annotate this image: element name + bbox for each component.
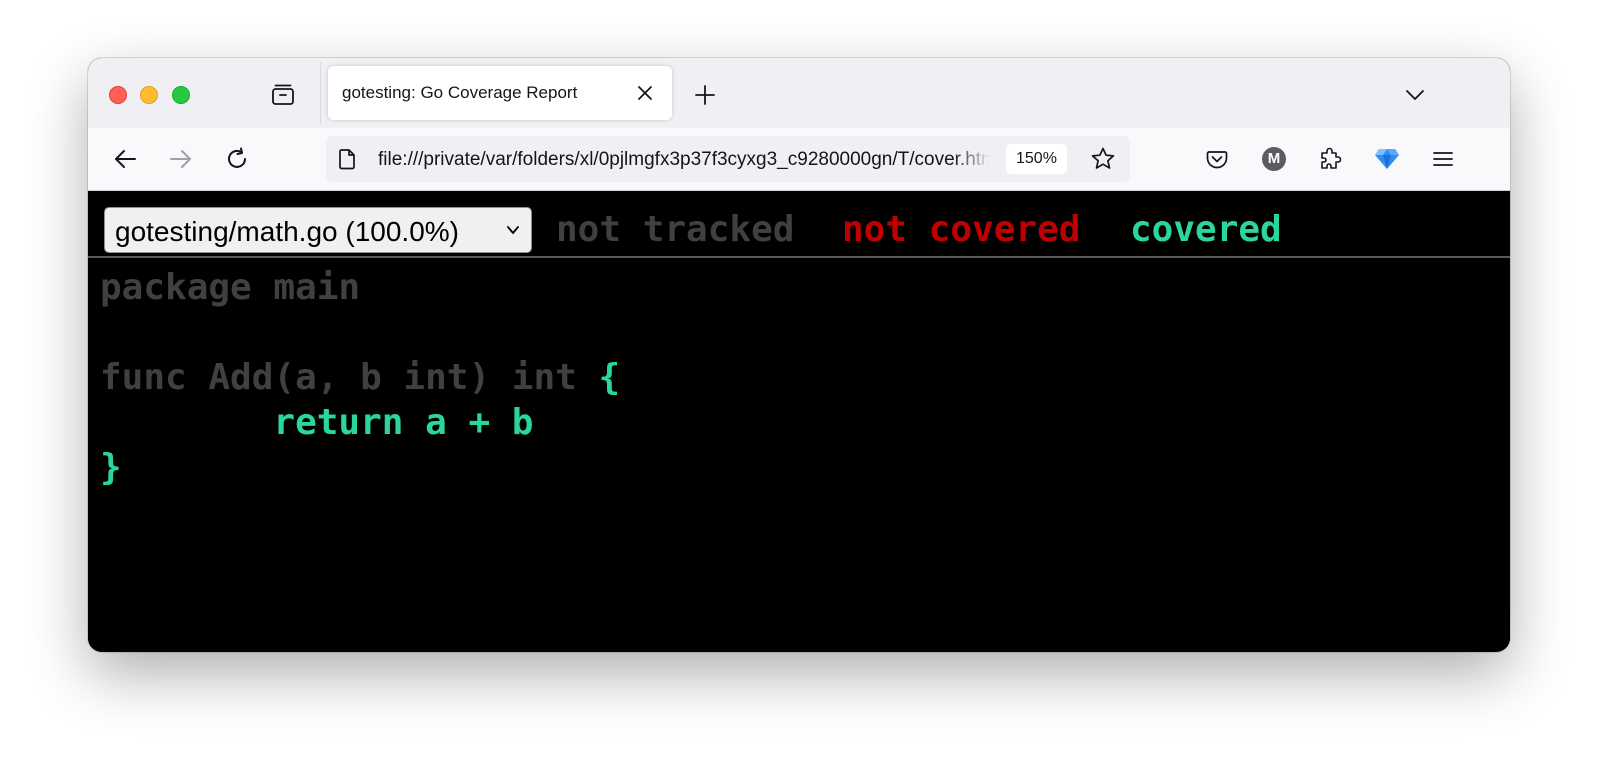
url-bar[interactable]: file:///private/var/folders/xl/0pjlmgfx3… — [326, 136, 1130, 182]
new-tab-button[interactable] — [690, 80, 720, 110]
account-button[interactable]: M — [1257, 142, 1291, 176]
tab-strip: gotesting: Go Coverage Report — [88, 58, 1510, 128]
back-button[interactable] — [108, 142, 142, 176]
file-select-dropdown[interactable]: gotesting/math.go (100.0%) — [104, 207, 532, 253]
code-line-3: func Add(a, b int) int { — [100, 355, 620, 400]
avatar: M — [1262, 147, 1286, 171]
navigation-toolbar: file:///private/var/folders/xl/0pjlmgfx3… — [88, 128, 1510, 191]
code-line-4: return a + b — [100, 400, 620, 445]
window-close-button[interactable] — [109, 86, 127, 104]
reload-icon — [228, 147, 246, 168]
hamburger-menu-icon — [1433, 152, 1453, 166]
code-covered: { — [598, 357, 621, 398]
page-icon — [339, 149, 355, 170]
code-line-5: } — [100, 445, 620, 490]
code-line-1: package main — [100, 265, 620, 310]
legend-not-covered: not covered — [842, 209, 1081, 250]
code-covered: } — [100, 447, 122, 488]
star-icon — [1091, 147, 1115, 169]
tab-view-button[interactable] — [270, 82, 296, 108]
chevron-down-icon — [507, 226, 519, 234]
tab-strip-divider — [320, 62, 321, 124]
extensions-icon — [1321, 147, 1342, 169]
reload-button[interactable] — [220, 142, 254, 176]
page-info-button[interactable] — [336, 148, 358, 170]
code-covered: return a + b — [100, 402, 534, 443]
coverage-report-page: gotesting/math.go (100.0%) not tracked n… — [88, 191, 1510, 652]
pocket-icon — [1206, 151, 1228, 169]
window-minimize-button[interactable] — [140, 86, 158, 104]
gem-icon — [1375, 149, 1399, 169]
tab-active[interactable]: gotesting: Go Coverage Report — [328, 66, 672, 120]
window-zoom-button[interactable] — [172, 86, 190, 104]
tab-title: gotesting: Go Coverage Report — [342, 83, 578, 102]
chevron-down-icon — [1406, 90, 1424, 100]
plus-icon — [695, 85, 715, 105]
legend-covered: covered — [1130, 209, 1282, 250]
tab-list-button[interactable] — [1400, 80, 1430, 110]
code-not-tracked: func Add(a, b int) int — [100, 357, 599, 398]
back-arrow-icon — [115, 150, 136, 168]
source-code: package main func Add(a, b int) int { ret… — [100, 265, 620, 490]
report-topbar: gotesting/math.go (100.0%) not tracked n… — [88, 191, 1510, 258]
code-not-tracked: package main — [100, 267, 361, 308]
browser-window: gotesting: Go Coverage Report file:///pr… — [88, 58, 1510, 652]
forward-button[interactable] — [164, 142, 198, 176]
file-select-value: gotesting/math.go (100.0%) — [115, 216, 459, 247]
pocket-button[interactable] — [1200, 142, 1234, 176]
forward-arrow-icon — [170, 150, 191, 168]
url-text[interactable]: file:///private/var/folders/xl/0pjlmgfx3… — [378, 149, 990, 171]
app-menu-button[interactable] — [1426, 142, 1460, 176]
tab-view-icon — [272, 84, 294, 105]
bookmark-button[interactable] — [1090, 146, 1116, 172]
zoom-level-button[interactable]: 150% — [1006, 144, 1067, 174]
legend-not-tracked: not tracked — [556, 209, 795, 250]
extensions-button[interactable] — [1313, 142, 1347, 176]
close-icon — [638, 86, 652, 100]
tab-close-button[interactable] — [632, 80, 658, 106]
gem-extension-button[interactable] — [1370, 142, 1404, 176]
